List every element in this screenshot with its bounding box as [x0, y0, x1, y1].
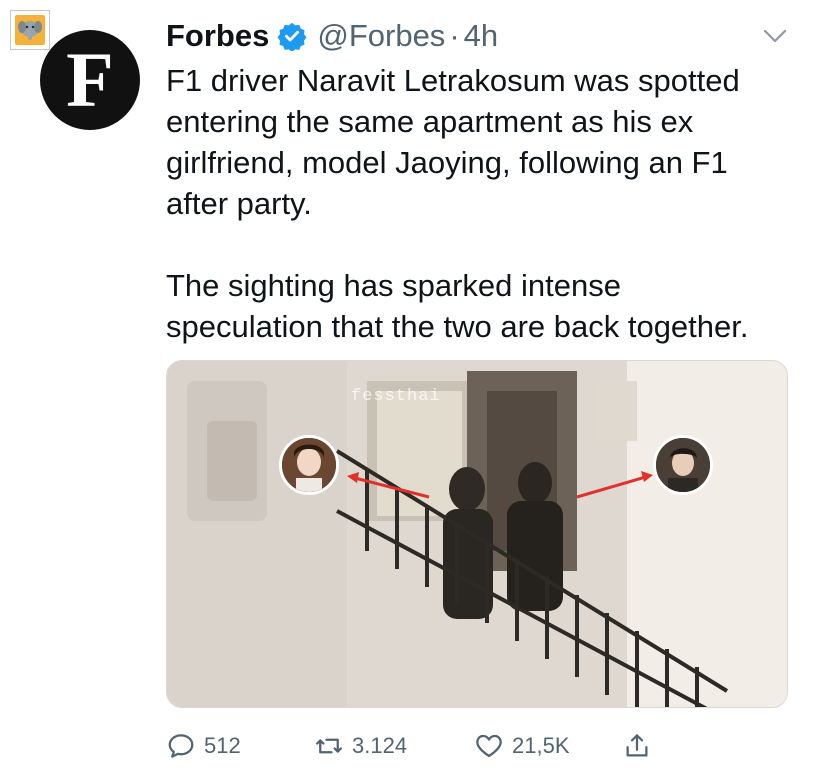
- reply-icon: [168, 734, 194, 758]
- tweet-actions: 512 3.124 21,5K: [166, 726, 788, 766]
- retweet-count: 3.124: [352, 733, 408, 758]
- retweet-icon: [316, 738, 342, 754]
- chevron-down-icon[interactable]: [762, 26, 788, 46]
- tweet-header: Forbes @Forbes · 4h: [166, 18, 806, 54]
- reply-count: 512: [204, 733, 241, 758]
- inset-portrait-left: [279, 435, 339, 495]
- like-button[interactable]: 21,5K: [474, 726, 570, 766]
- header-separator: ·: [449, 18, 460, 53]
- tweet-paragraph: The sighting has sparked intense specula…: [166, 268, 749, 344]
- share-icon: [626, 734, 648, 757]
- share-button[interactable]: [622, 726, 660, 766]
- heart-icon: [476, 734, 502, 758]
- reply-button[interactable]: 512: [166, 726, 241, 766]
- author-name[interactable]: Forbes: [166, 18, 269, 54]
- tweet-paragraph: F1 driver Naravit Letrakosum was spotted…: [166, 63, 740, 221]
- avatar-letter: F: [66, 36, 114, 123]
- inset-portrait-right: [653, 435, 713, 495]
- tweet-timestamp[interactable]: 4h: [464, 18, 498, 54]
- balcony-photo-illustration: [167, 361, 787, 707]
- photo-watermark: fessthai: [351, 387, 441, 406]
- like-count: 21,5K: [512, 733, 570, 758]
- author-handle[interactable]: @Forbes: [317, 18, 445, 54]
- avatar[interactable]: F: [40, 30, 140, 130]
- verified-badge-icon: [277, 21, 307, 51]
- tweet-text: F1 driver Naravit Letrakosum was spotted…: [166, 60, 806, 347]
- retweet-button[interactable]: 3.124: [314, 726, 407, 766]
- tweet-photo[interactable]: fessthai: [166, 360, 788, 708]
